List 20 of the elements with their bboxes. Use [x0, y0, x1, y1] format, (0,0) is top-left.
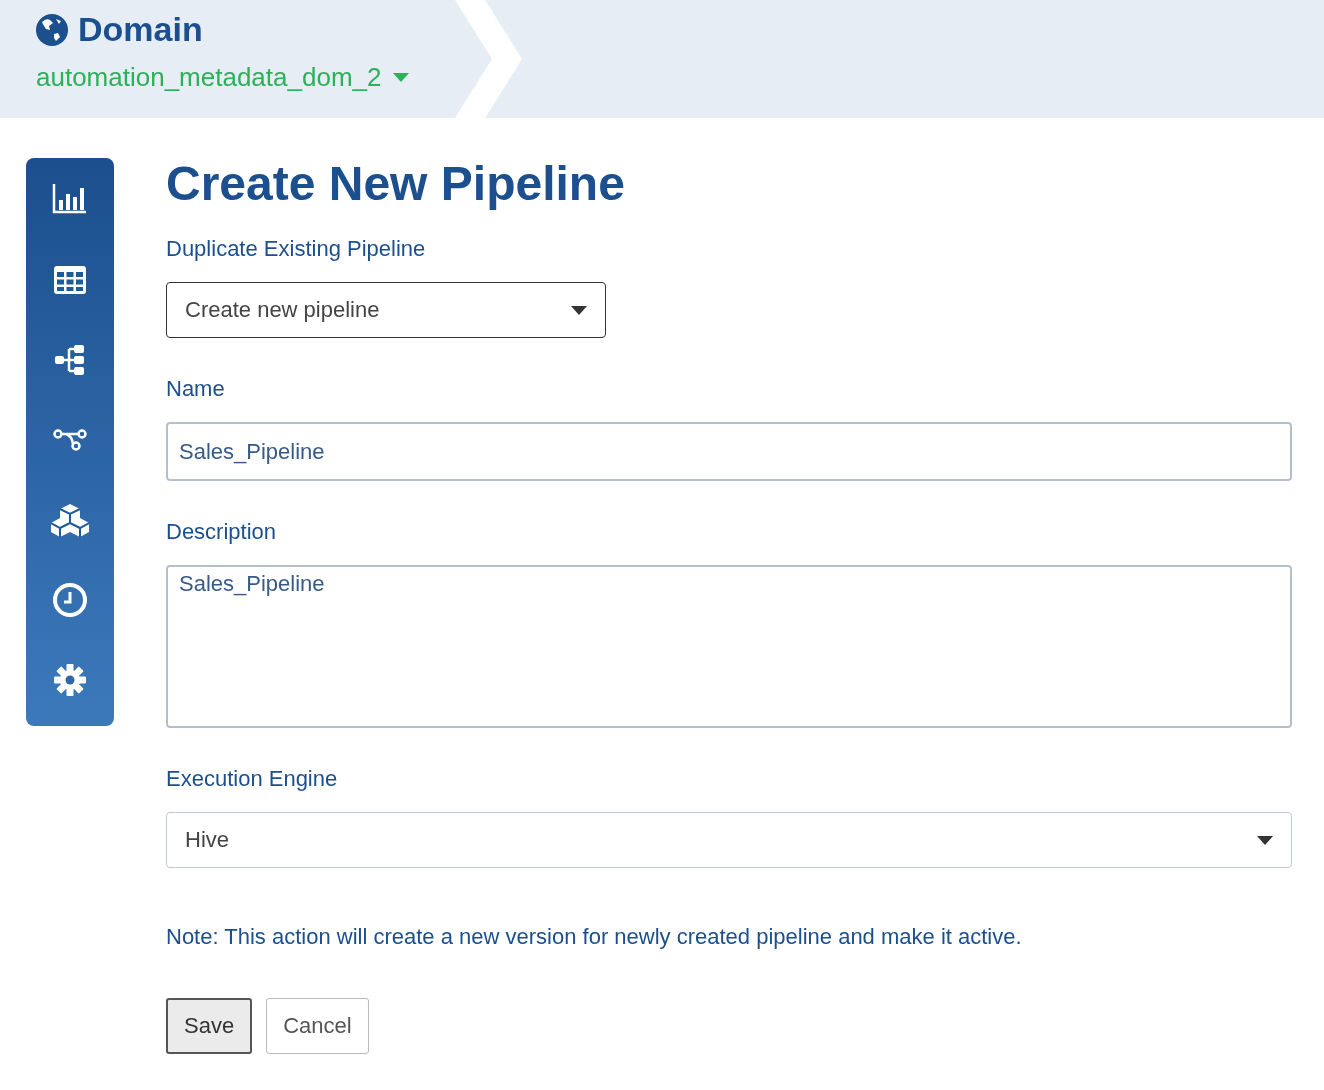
field-label: Description — [166, 519, 278, 545]
caret-icon — [393, 73, 410, 82]
caret-icon — [1257, 835, 1273, 845]
name-input[interactable]: Sales_Pipeline — [166, 422, 1292, 481]
clock-icon[interactable] — [51, 582, 89, 618]
save-button[interactable]: Save — [166, 998, 253, 1054]
settings-icon[interactable] — [51, 662, 89, 698]
description-textarea[interactable]: Sales_Pipeline — [166, 565, 1292, 728]
caret-icon — [571, 305, 587, 315]
engine-dropdown[interactable]: Hive — [166, 812, 1292, 868]
field-label: Name — [166, 376, 226, 402]
header-title: Domain — [78, 10, 203, 49]
field-label: Execution Engine — [166, 766, 339, 792]
page-title: Create New Pipeline — [166, 158, 626, 210]
pipeline-dropdown[interactable]: Create new pipeline — [166, 282, 606, 338]
field-label: Duplicate Existing Pipeline — [166, 236, 427, 262]
globe-icon — [36, 13, 68, 46]
cancel-button[interactable]: Cancel — [266, 998, 369, 1054]
note-text: Note: This action will create a new version for newly created pipeline and make it active. — [166, 924, 1023, 950]
cubes-icon[interactable] — [51, 502, 89, 538]
